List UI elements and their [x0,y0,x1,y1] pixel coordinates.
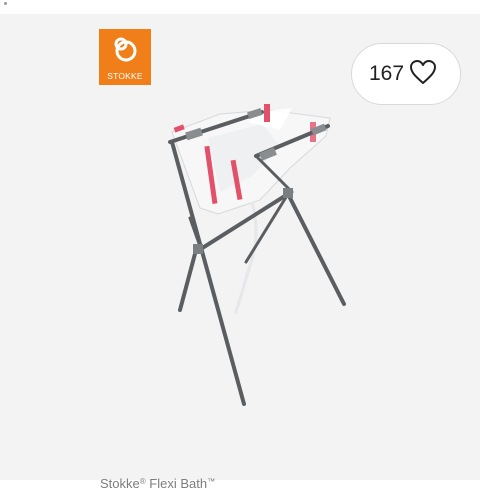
brand-logo: STOKKE [99,29,151,85]
registered-mark: ® [139,477,146,486]
bath-stand-image [168,104,346,406]
status-dot [4,2,7,5]
caption-product: Flexi Bath [149,476,208,491]
product-photo-area: STOKKE 167 Stokke® Flexi Bath™ [0,14,480,491]
like-button[interactable]: 167 [351,43,461,105]
like-count: 167 [369,62,405,85]
stokke-logo-icon [114,37,137,62]
caption-brand: Stokke [100,476,140,491]
trademark-mark: ™ [207,477,216,486]
heart-outline-icon [410,60,436,84]
product-caption: Stokke® Flexi Bath™ [100,476,215,491]
brand-name: STOKKE [107,71,143,81]
